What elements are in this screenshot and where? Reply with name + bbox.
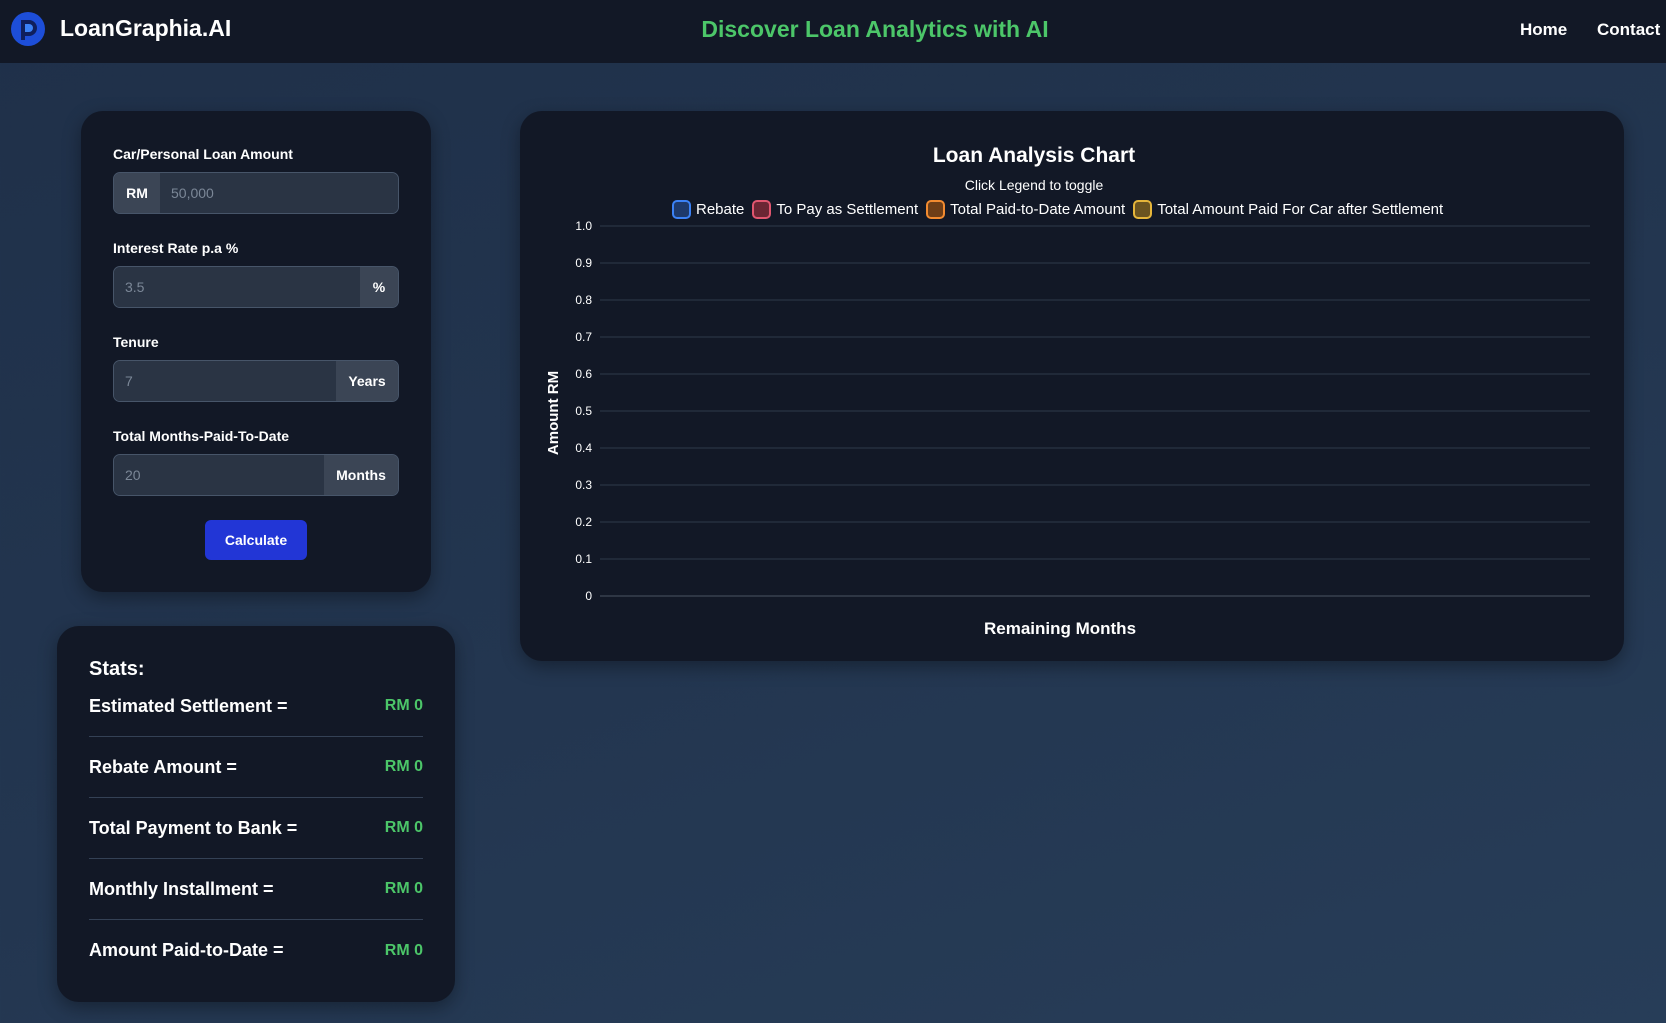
interest-rate-label: Interest Rate p.a % [113,240,239,256]
months-paid-label: Total Months-Paid-To-Date [113,428,290,444]
stat-value: RM 0 [384,819,423,836]
y-tick-label: 0.3 [575,478,592,492]
interest-rate-suffix: % [360,267,398,307]
stat-label: Estimated Settlement = [89,695,288,716]
y-tick-label: 0.9 [575,256,592,270]
calculate-button[interactable]: Calculate [205,520,307,560]
header-tagline: Discover Loan Analytics with AI [701,16,1049,42]
stat-label: Amount Paid-to-Date = [89,940,284,960]
stat-label: Monthly Installment = [89,878,274,899]
tenure-input[interactable] [114,361,336,401]
stat-row-rebate-amount: Rebate Amount = RM 0 [89,737,423,798]
tenure-suffix: Years [336,361,398,401]
chart-plot-area: 0 0.1 0.2 0.3 0.4 0.5 0.6 0.7 0.8 0.9 1.0 Amount R… [545,219,1590,603]
y-tick-label: 1.0 [575,219,592,233]
y-tick-label: 0.4 [575,441,592,455]
nav-home-link[interactable]: Home [1520,20,1567,40]
interest-rate-group: % [113,266,399,308]
stat-row-monthly-installment: Monthly Installment = RM 0 [89,859,423,920]
months-paid-group: Months [113,454,399,496]
y-tick-label: 0.6 [575,367,592,381]
y-tick-label: 0 [585,589,592,603]
months-paid-input[interactable] [114,455,324,495]
stat-value: RM 0 [384,758,423,775]
y-tick-label: 0.5 [575,404,592,418]
stat-label: Rebate Amount = [89,756,237,777]
x-axis-title: Remaining Months [983,619,1137,638]
stat-value: RM 0 [384,697,423,714]
loan-amount-prefix: RM [114,173,160,213]
stat-value: RM 0 [384,880,423,897]
top-navbar: LoanGraphia.AI Discover Loan Analytics w… [0,0,1666,63]
y-tick-label: 0.1 [575,552,592,566]
loan-amount-group: RM [113,172,399,214]
stat-row-estimated-settlement: Estimated Settlement = RM 0 [89,676,423,737]
y-tick-label: 0.7 [575,330,592,344]
loan-amount-label: Car/Personal Loan Amount [113,146,293,162]
stat-row-amount-paid-to-date: Amount Paid-to-Date = RM 0 [89,920,423,981]
nav-contact-link[interactable]: Contact [1597,20,1660,40]
y-tick-label: 0.2 [575,515,592,529]
tenure-label: Tenure [113,334,159,350]
header-tagline-wrap: Discover Loan Analytics with AI [0,16,1666,43]
tenure-group: Years [113,360,399,402]
loan-form-card: Car/Personal Loan Amount RM Interest Rat… [81,111,431,592]
y-tick-label: 0.8 [575,293,592,307]
stat-label: Total Payment to Bank = [89,817,298,838]
interest-rate-input[interactable] [114,267,360,307]
months-paid-suffix: Months [324,455,398,495]
stat-row-total-payment: Total Payment to Bank = RM 0 [89,798,423,859]
loan-amount-input[interactable] [160,173,398,213]
chart-card: Loan Analysis Chart Click Legend to togg… [520,111,1624,661]
stat-value: RM 0 [384,941,423,959]
y-axis-title: Amount RM [545,371,562,455]
stats-card: Stats: Estimated Settlement = RM 0 Rebat… [57,626,455,1002]
